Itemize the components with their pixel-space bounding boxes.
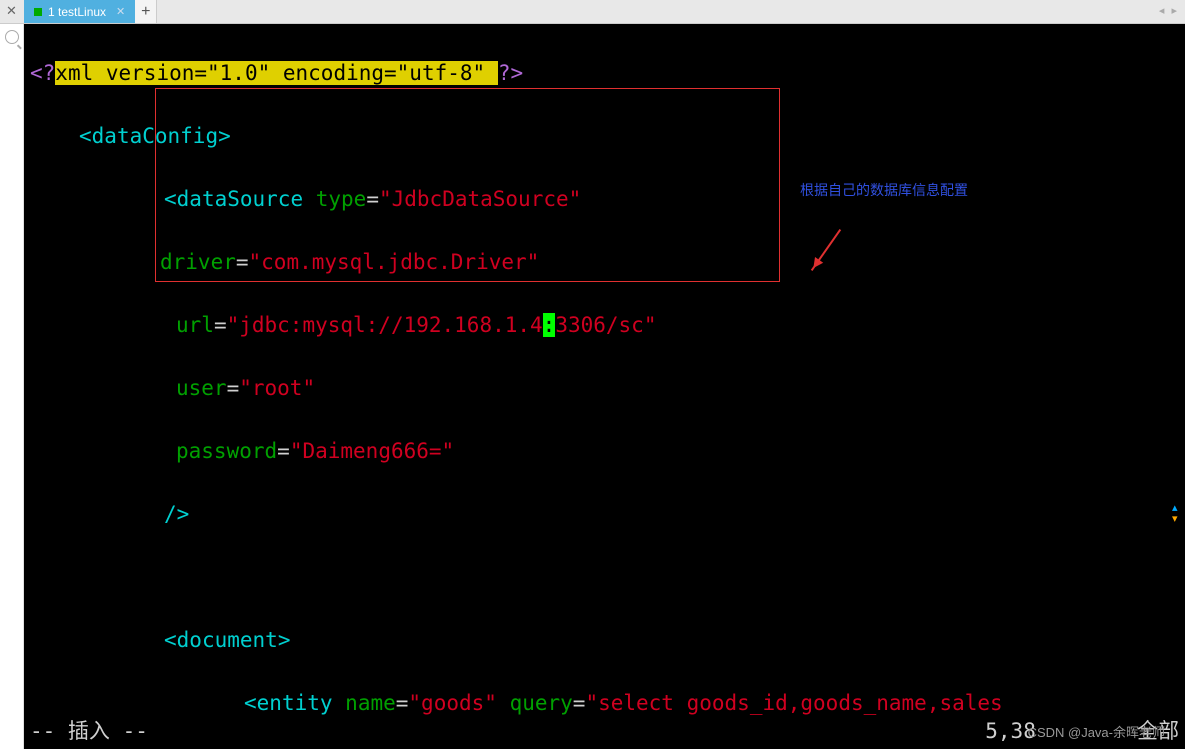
watermark: CSDN @Java-余晖老师 (1028, 722, 1165, 741)
mode-indicator: -- 插入 -- (30, 716, 148, 748)
scroll-arrows[interactable]: ▴▾ (1171, 500, 1183, 523)
tab-bar: ✕ 1 testLinux ✕ + ◂ ▸ (0, 0, 1185, 24)
annotation-text: 根据自己的数据库信息配置 (800, 180, 968, 200)
left-gutter (0, 24, 24, 749)
tab-status-dot (34, 8, 42, 16)
tab-close-icon[interactable]: ✕ (116, 5, 125, 18)
nav-arrows-icon[interactable]: ◂ ▸ (1159, 4, 1179, 17)
vim-status-bar: -- 插入 -- 5,38 全部 (30, 716, 1179, 748)
cursor: : (543, 313, 556, 337)
search-icon[interactable] (5, 30, 19, 44)
tab-testlinux[interactable]: 1 testLinux ✕ (24, 0, 135, 23)
close-icon[interactable]: ✕ (6, 3, 20, 17)
add-tab-button[interactable]: + (135, 0, 157, 23)
tab-title: 1 testLinux (48, 5, 106, 19)
terminal-editor[interactable]: <?xml version="1.0" encoding="utf-8" ?> … (24, 24, 1185, 749)
